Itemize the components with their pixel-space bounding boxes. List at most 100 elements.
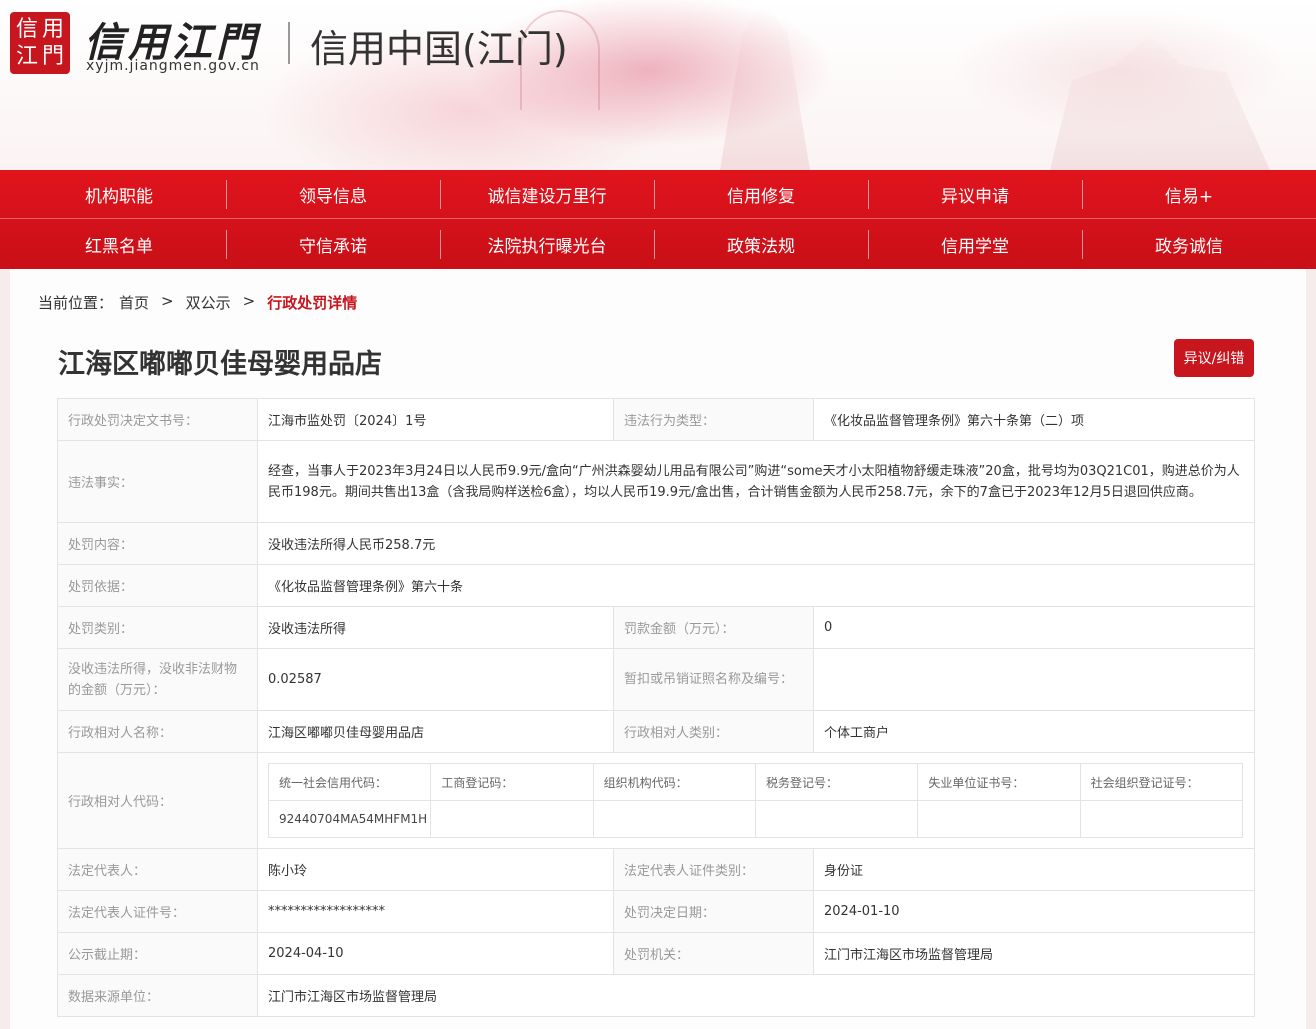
code-header: 工商登记码：: [430, 763, 594, 801]
source-value: 江门市江海区市场监督管理局: [257, 974, 1255, 1017]
nav-item-red-black-list[interactable]: 红黑名单: [12, 220, 226, 269]
site-title[interactable]: 信用中国(江门): [310, 18, 568, 73]
table-row: 处罚内容： 没收违法所得人民币258.7元: [57, 522, 1255, 565]
header-decoration: [1050, 35, 1270, 170]
logo-seal-char: 江: [15, 43, 38, 69]
category-value: 没收违法所得: [257, 606, 614, 649]
breadcrumb: 当前位置： 首页 > 双公示 > 行政处罚详情: [38, 292, 357, 313]
publish-end-value: 2024-04-10: [257, 932, 614, 975]
nav-row-1: 机构职能 领导信息 诚信建设万里行 信用修复 异议申请 信易+: [12, 170, 1316, 219]
breadcrumb-section-link[interactable]: 双公示: [186, 292, 231, 313]
violation-type-value: 《化妆品监督管理条例》第六十条第（二）项: [813, 398, 1255, 441]
nav-item-leadership[interactable]: 领导信息: [226, 170, 440, 219]
party-code-table: 统一社会信用代码： 工商登记码： 组织机构代码： 税务登记号： 失业单位证书号：…: [267, 763, 1244, 838]
breadcrumb-separator: >: [242, 292, 256, 310]
page-title: 江海区嘟嘟贝佳母婴用品店: [58, 349, 382, 380]
violation-type-label: 违法行为类型：: [613, 398, 814, 441]
party-code-cell: 统一社会信用代码： 工商登记码： 组织机构代码： 税务登记号： 失业单位证书号：…: [257, 752, 1255, 849]
party-code-label: 行政相对人代码：: [57, 752, 258, 849]
nav-item-credit-plus[interactable]: 信易+: [1082, 170, 1296, 219]
code-value: [430, 800, 594, 838]
objection-button[interactable]: 异议/纠错: [1174, 339, 1254, 377]
breadcrumb-prefix: 当前位置：: [38, 294, 114, 312]
legal-rep-id-type-value: 身份证: [813, 848, 1255, 891]
facts-label: 违法事实：: [57, 440, 258, 523]
main-nav: 机构职能 领导信息 诚信建设万里行 信用修复 异议申请 信易+ 红黑名单 守信承…: [0, 170, 1316, 269]
license-label: 暂扣或吊销证照名称及编号：: [613, 648, 814, 711]
nav-item-policy[interactable]: 政策法规: [654, 220, 868, 269]
fine-value: 0: [813, 606, 1255, 649]
confiscation-label: 没收违法所得，没收非法财物的金额（万元）：: [57, 648, 258, 711]
header-decoration: [720, 0, 810, 170]
table-row: 处罚类别： 没收违法所得 罚款金额（万元）： 0: [57, 606, 1255, 649]
site-header: 信 用 江 門 信用江門 xyjm.jiangmen.gov.cn 信用中国(江…: [0, 0, 1316, 170]
table-row: 违法事实： 经查，当事人于2023年3月24日以人民币9.9元/盒向“广州洪森婴…: [57, 440, 1255, 523]
party-name-label: 行政相对人名称：: [57, 710, 258, 753]
facts-value: 经查，当事人于2023年3月24日以人民币9.9元/盒向“广州洪森婴幼儿用品有限…: [257, 440, 1255, 523]
logo-seal-char: 信: [15, 16, 38, 42]
code-header: 社会组织登记证号：: [1079, 763, 1244, 801]
table-row: 行政相对人代码： 统一社会信用代码： 工商登记码： 组织机构代码： 税务登记号：…: [57, 752, 1255, 849]
logo-seal-char: 用: [41, 16, 64, 42]
table-row: 行政相对人名称： 江海区嘟嘟贝佳母婴用品店 行政相对人类别： 个体工商户: [57, 710, 1255, 753]
party-name-value: 江海区嘟嘟贝佳母婴用品店: [257, 710, 614, 753]
table-row: 公示截止期： 2024-04-10 处罚机关： 江门市江海区市场监督管理局: [57, 932, 1255, 975]
legal-rep-id-value: ******************: [257, 890, 614, 933]
table-row: 法定代表人证件号： ****************** 处罚决定日期： 202…: [57, 890, 1255, 933]
code-header: 失业单位证书号：: [917, 763, 1081, 801]
content-label: 处罚内容：: [57, 522, 258, 565]
basis-value: 《化妆品监督管理条例》第六十条: [257, 564, 1255, 607]
nav-item-credit-repair[interactable]: 信用修复: [654, 170, 868, 219]
confiscation-value: 0.02587: [257, 648, 614, 711]
logo-seal-char: 門: [41, 43, 64, 69]
breadcrumb-home-link[interactable]: 首页: [119, 292, 149, 313]
license-value: [813, 648, 1255, 711]
legal-rep-label: 法定代表人：: [57, 848, 258, 891]
decision-no-value: 江海市监处罚〔2024〕1号: [257, 398, 614, 441]
code-header: 组织机构代码：: [592, 763, 756, 801]
table-row: 法定代表人： 陈小玲 法定代表人证件类别： 身份证: [57, 848, 1255, 891]
nav-item-credit-school[interactable]: 信用学堂: [868, 220, 1082, 269]
content-value: 没收违法所得人民币258.7元: [257, 522, 1255, 565]
legal-rep-id-type-label: 法定代表人证件类别：: [613, 848, 814, 891]
decision-date-value: 2024-01-10: [813, 890, 1255, 933]
nav-item-gov-integrity[interactable]: 政务诚信: [1082, 220, 1296, 269]
table-row: 处罚依据： 《化妆品监督管理条例》第六十条: [57, 564, 1255, 607]
code-value: 92440704MA54MHFM1H: [267, 800, 432, 838]
nav-item-institution[interactable]: 机构职能: [12, 170, 226, 219]
penalty-detail-table: 行政处罚决定文书号： 江海市监处罚〔2024〕1号 违法行为类型： 《化妆品监督…: [57, 398, 1255, 1017]
source-label: 数据来源单位：: [57, 974, 258, 1017]
logo-domain: xyjm.jiangmen.gov.cn: [86, 58, 260, 74]
table-row: 数据来源单位： 江门市江海区市场监督管理局: [57, 974, 1255, 1017]
code-value: [1079, 800, 1244, 838]
code-value: [917, 800, 1081, 838]
logo-seal[interactable]: 信 用 江 門: [10, 12, 70, 74]
code-header: 税务登记号：: [754, 763, 919, 801]
authority-label: 处罚机关：: [613, 932, 814, 975]
nav-item-commitment[interactable]: 守信承诺: [226, 220, 440, 269]
decision-no-label: 行政处罚决定文书号：: [57, 398, 258, 441]
authority-value: 江门市江海区市场监督管理局: [813, 932, 1255, 975]
category-label: 处罚类别：: [57, 606, 258, 649]
code-value: [592, 800, 756, 838]
code-value: [754, 800, 919, 838]
logo-divider: [288, 22, 290, 64]
basis-label: 处罚依据：: [57, 564, 258, 607]
nav-item-objection[interactable]: 异议申请: [868, 170, 1082, 219]
breadcrumb-current: 行政处罚详情: [267, 294, 358, 312]
publish-end-label: 公示截止期：: [57, 932, 258, 975]
table-row: 统一社会信用代码： 工商登记码： 组织机构代码： 税务登记号： 失业单位证书号：…: [267, 763, 1244, 801]
code-header: 统一社会信用代码：: [267, 763, 432, 801]
party-type-label: 行政相对人类别：: [613, 710, 814, 753]
table-row: 行政处罚决定文书号： 江海市监处罚〔2024〕1号 违法行为类型： 《化妆品监督…: [57, 398, 1255, 441]
party-type-value: 个体工商户: [813, 710, 1255, 753]
decision-date-label: 处罚决定日期：: [613, 890, 814, 933]
table-row: 92440704MA54MHFM1H: [267, 800, 1244, 838]
nav-item-integrity-campaign[interactable]: 诚信建设万里行: [440, 170, 654, 219]
nav-divider: [0, 218, 1316, 219]
table-row: 没收违法所得，没收非法财物的金额（万元）： 0.02587 暂扣或吊销证照名称及…: [57, 648, 1255, 711]
legal-rep-id-label: 法定代表人证件号：: [57, 890, 258, 933]
nav-item-court-exposure[interactable]: 法院执行曝光台: [440, 220, 654, 269]
breadcrumb-separator: >: [161, 292, 174, 310]
fine-label: 罚款金额（万元）：: [613, 606, 814, 649]
